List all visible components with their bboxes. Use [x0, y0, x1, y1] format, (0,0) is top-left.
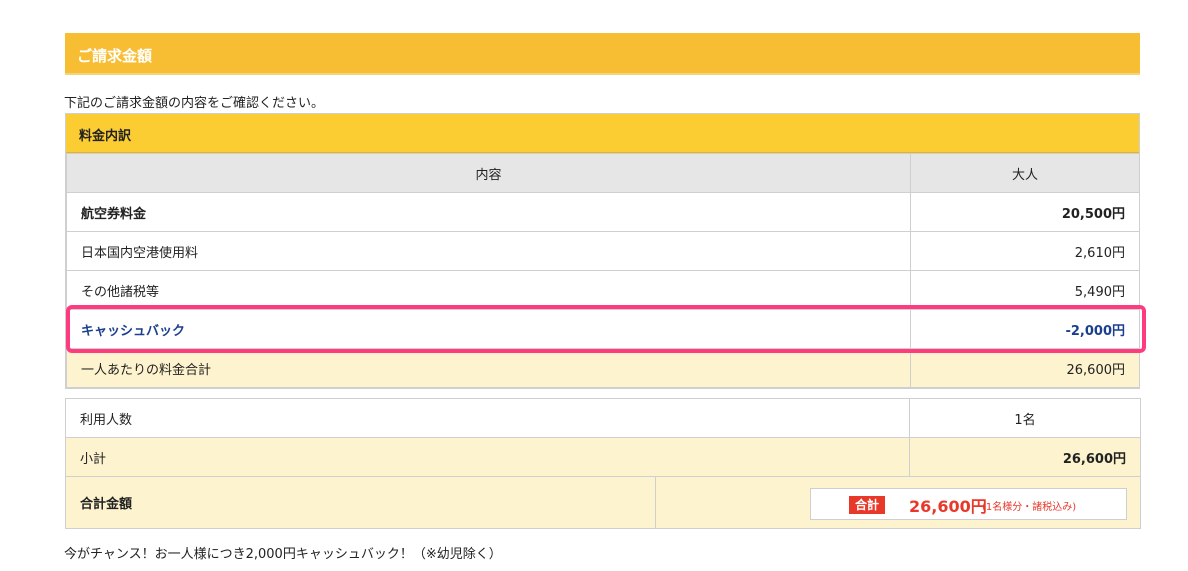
table-row: 日本国内空港使用料 2,610円	[66, 231, 1140, 271]
row-value: 26,600円	[909, 437, 1142, 477]
breakdown-header: 料金内訳	[66, 114, 1139, 153]
subtotal-row: 小計 26,600円	[64, 437, 1142, 477]
column-header-adult: 大人	[910, 153, 1140, 193]
row-label: 合計金額	[65, 476, 656, 529]
summary-panel: 利用人数 1名 小計 26,600円 合計金額 合計 26,600円 (1名様分…	[64, 398, 1142, 529]
passenger-count-row: 利用人数 1名	[64, 398, 1142, 438]
row-label: 利用人数	[64, 398, 911, 438]
breakdown-table: 内容 大人 航空券料金 20,500円 日本国内空港使用料 2,610円 その他…	[66, 153, 1140, 388]
row-value: 26,600円	[910, 348, 1140, 388]
cashback-row: キャッシュバック -2,000円	[66, 309, 1140, 349]
grand-total-box: 合計 26,600円 (1名様分・諸税込み)	[810, 488, 1127, 520]
table-row: その他諸税等 5,490円	[66, 270, 1140, 310]
row-label: 日本国内空港使用料	[66, 231, 911, 271]
grand-total-note: (1名様分・諸税込み)	[982, 502, 1077, 513]
intro-text: 下記のご請求金額の内容をご確認ください。	[64, 96, 325, 111]
row-label: 小計	[64, 437, 911, 477]
row-value: 5,490円	[910, 270, 1140, 310]
row-label: キャッシュバック	[66, 309, 911, 349]
header-bar: ご請求金額	[65, 33, 1140, 75]
row-label: 一人あたりの料金合計	[66, 348, 911, 388]
page-title: ご請求金額	[77, 47, 153, 65]
row-value: 2,610円	[910, 231, 1140, 271]
cashback-promo-text: 今がチャンス！お一人様につき2,000円キャッシュバック！（※幼児除く）	[64, 547, 502, 562]
row-label: 航空券料金	[66, 192, 911, 232]
row-label: その他諸税等	[66, 270, 911, 310]
table-row: 航空券料金 20,500円	[66, 192, 1140, 232]
column-header-content: 内容	[66, 153, 911, 193]
grand-total-amount: 26,600円	[909, 497, 987, 516]
breakdown-title: 料金内訳	[79, 129, 132, 144]
row-value: 1名	[909, 398, 1142, 438]
per-person-total-row: 一人あたりの料金合計 26,600円	[66, 348, 1140, 388]
total-badge: 合計	[849, 496, 886, 514]
row-value: 20,500円	[910, 192, 1140, 232]
breakdown-panel: 料金内訳 内容 大人 航空券料金 20,500円 日本国内空港使用料 2,610…	[65, 113, 1140, 389]
row-value: -2,000円	[910, 309, 1140, 349]
